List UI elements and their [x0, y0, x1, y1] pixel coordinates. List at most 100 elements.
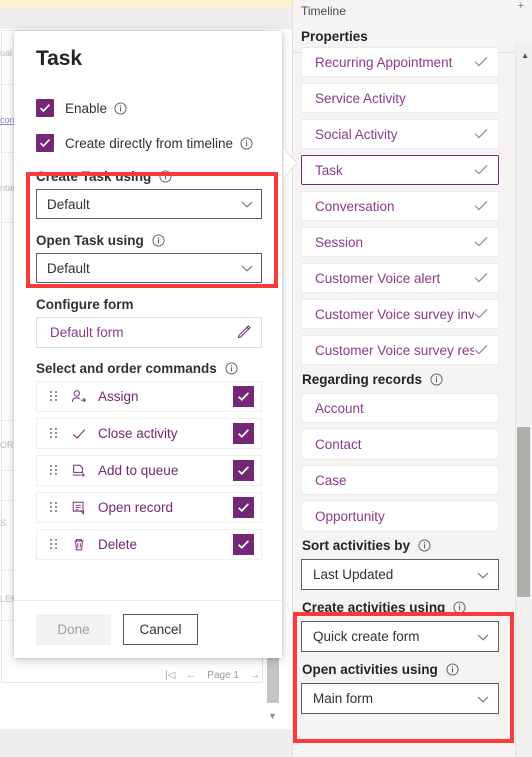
regarding-records-text: Regarding records [302, 372, 423, 387]
background-notification-bar [0, 0, 292, 7]
chevron-down-icon [477, 691, 489, 706]
cancel-button[interactable]: Cancel [123, 614, 198, 645]
command-label: Add to queue [98, 463, 179, 478]
drag-handle-icon[interactable] [49, 390, 58, 403]
command-checkbox[interactable] [233, 423, 254, 444]
info-icon[interactable] [152, 234, 165, 247]
previous-page-icon[interactable]: ← [186, 671, 196, 681]
checkmark-icon [474, 163, 490, 178]
checkmark-icon [474, 199, 490, 214]
command-row-open-record[interactable]: Open record [36, 492, 262, 523]
create-task-using-text: Create Task using [36, 169, 152, 184]
next-page-icon[interactable]: → [250, 671, 260, 681]
command-row-assign[interactable]: Assign [36, 381, 262, 412]
pencil-edit-icon[interactable] [237, 324, 252, 342]
command-label: Assign [98, 389, 139, 404]
first-page-icon[interactable]: |◁ [165, 671, 175, 681]
regarding-row-opportunity[interactable]: Opportunity [301, 501, 499, 531]
checkmark-icon [474, 235, 490, 250]
open-activities-label: Open activities using [302, 662, 499, 677]
configure-form-row[interactable]: Default form [36, 317, 262, 348]
drag-handle-icon[interactable] [49, 464, 58, 477]
drag-handle-icon[interactable] [49, 427, 58, 440]
entity-row-recurring-appointment[interactable]: Recurring Appointment [301, 47, 499, 77]
entity-row-service-activity[interactable]: Service Activity [301, 83, 499, 113]
open-task-using-value: Default [47, 260, 90, 276]
entity-label: Task [315, 162, 343, 178]
enable-checkbox-row[interactable]: Enable [36, 99, 262, 117]
create-directly-checkbox-row[interactable]: Create directly from timeline [36, 134, 262, 152]
regarding-label: Case [315, 472, 347, 488]
command-checkbox[interactable] [233, 497, 254, 518]
entity-label: Customer Voice survey invite [315, 306, 474, 322]
info-icon[interactable] [225, 362, 238, 375]
checkmark-icon [474, 127, 490, 142]
open-task-using-text: Open Task using [36, 233, 144, 248]
panel-scrollbar-track[interactable] [515, 43, 532, 757]
sort-activities-dropdown[interactable]: Last Updated [301, 559, 499, 590]
regarding-row-contact[interactable]: Contact [301, 429, 499, 459]
info-icon[interactable] [159, 170, 172, 183]
info-icon[interactable] [114, 101, 127, 115]
command-row-delete[interactable]: Delete [36, 529, 262, 560]
command-checkbox[interactable] [233, 460, 254, 481]
create-activities-dropdown[interactable]: Quick create form [301, 621, 499, 652]
scroll-down-arrow-icon[interactable]: ▼ [268, 712, 277, 721]
command-row-add-to-queue[interactable]: Add to queue [36, 455, 262, 486]
regarding-row-account[interactable]: Account [301, 393, 499, 423]
command-checkbox[interactable] [233, 534, 254, 555]
enable-checkbox[interactable] [36, 99, 54, 117]
info-icon[interactable] [446, 663, 459, 676]
drag-handle-icon[interactable] [49, 538, 58, 551]
panel-scroll-area: Recurring Appointment Service Activity S… [293, 43, 507, 757]
entity-row-conversation[interactable]: Conversation [301, 191, 499, 221]
regarding-row-case[interactable]: Case [301, 465, 499, 495]
entity-label: Service Activity [315, 90, 406, 106]
entity-row-social-activity[interactable]: Social Activity [301, 119, 499, 149]
open-activities-value: Main form [313, 691, 374, 706]
command-checkbox[interactable] [233, 386, 254, 407]
open-activities-dropdown[interactable]: Main form [301, 683, 499, 714]
background-link-fragment[interactable]: con [0, 115, 14, 125]
entity-row-customer-voice-survey-invite[interactable]: Customer Voice survey invite [301, 299, 499, 329]
breadcrumb[interactable]: Timeline [301, 4, 346, 18]
command-label: Close activity [98, 426, 178, 441]
open-task-using-label: Open Task using [36, 233, 262, 248]
done-button[interactable]: Done [36, 614, 111, 645]
entity-row-customer-voice-alert[interactable]: Customer Voice alert [301, 263, 499, 293]
assign-person-icon [70, 389, 88, 405]
command-label: Open record [98, 500, 174, 515]
regarding-label: Account [315, 400, 364, 416]
checkmark-icon [70, 426, 88, 442]
entity-label: Customer Voice alert [315, 270, 441, 286]
open-task-using-dropdown[interactable]: Default [36, 253, 262, 283]
create-directly-checkbox[interactable] [36, 134, 54, 152]
drag-handle-icon[interactable] [49, 501, 58, 514]
enable-label: Enable [65, 100, 108, 116]
sort-activities-value: Last Updated [313, 567, 394, 582]
regarding-records-label: Regarding records [302, 372, 499, 387]
background-text-fragment: LEM [0, 594, 14, 604]
info-icon[interactable] [418, 539, 431, 552]
properties-panel: Timeline + Properties Recurring Appointm… [292, 0, 532, 757]
chevron-down-icon [477, 629, 489, 644]
entity-row-task[interactable]: Task [301, 155, 499, 185]
entity-row-session[interactable]: Session [301, 227, 499, 257]
entity-row-customer-voice-survey-response[interactable]: Customer Voice survey respo [301, 335, 499, 365]
plus-icon[interactable]: + [518, 0, 524, 12]
scrollbar-thumb[interactable] [517, 427, 530, 597]
info-icon[interactable] [430, 373, 443, 386]
command-row-close-activity[interactable]: Close activity [36, 418, 262, 449]
checkmark-icon [474, 307, 490, 322]
trash-delete-icon [70, 537, 88, 553]
info-icon[interactable] [453, 601, 466, 614]
select-order-commands-text: Select and order commands [36, 361, 217, 376]
background-pagination: |◁ ← Page 1 → [110, 664, 260, 688]
info-icon[interactable] [240, 136, 253, 150]
add-to-queue-icon [70, 463, 88, 479]
page-number-label: Page 1 [207, 670, 239, 681]
create-activities-value: Quick create form [313, 629, 420, 644]
screen-root: ual f con ntac ORT S LEM |◁ ← Page 1 → ▼… [0, 0, 532, 757]
create-task-using-dropdown[interactable]: Default [36, 189, 262, 219]
scroll-up-arrow-icon[interactable]: ▲ [521, 52, 529, 60]
